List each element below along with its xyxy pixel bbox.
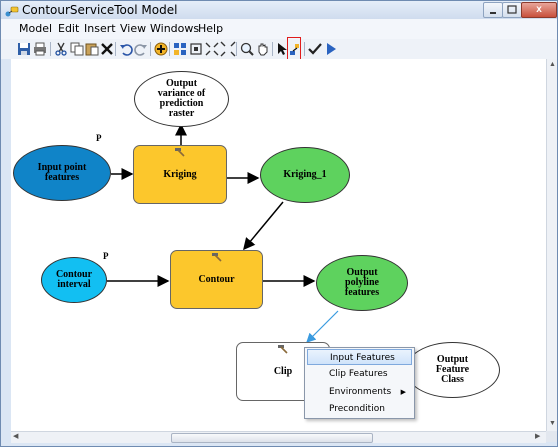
parameter-marker: P bbox=[103, 251, 109, 261]
context-menu-input-features[interactable]: Input Features bbox=[307, 349, 412, 365]
model-app-icon bbox=[5, 4, 19, 17]
fixed-zoom-out-button[interactable] bbox=[220, 41, 236, 57]
cut-icon bbox=[55, 42, 67, 56]
contour-interval-node[interactable]: Contour interval bbox=[41, 257, 107, 303]
print-icon bbox=[34, 42, 46, 56]
scroll-right-icon[interactable]: ▶ bbox=[535, 432, 540, 441]
connector-kriging1-to-contour bbox=[243, 201, 284, 251]
output-polyline-features-node[interactable]: Output polyline features bbox=[316, 255, 408, 311]
input-point-features-node[interactable]: Input point features bbox=[13, 145, 111, 201]
redo-icon bbox=[134, 44, 147, 56]
submenu-arrow-icon: ▶ bbox=[400, 388, 406, 396]
context-menu-precondition[interactable]: Precondition bbox=[307, 401, 412, 417]
save-button[interactable] bbox=[16, 41, 32, 57]
left-frame-strip bbox=[1, 59, 11, 445]
zoom-tool-icon bbox=[240, 42, 254, 56]
zoom-out-arrows-icon bbox=[220, 41, 236, 57]
fixed-zoom-in-button[interactable] bbox=[204, 41, 220, 57]
close-button[interactable]: x bbox=[521, 2, 557, 18]
zoom-in-arrows-icon bbox=[205, 42, 219, 56]
toolbar-separator bbox=[236, 42, 237, 56]
menu-view[interactable]: View bbox=[120, 22, 146, 35]
paste-icon bbox=[85, 43, 99, 56]
menu-bar: Model Edit Insert View Windows Help bbox=[1, 19, 557, 40]
zoom-tool-button[interactable] bbox=[239, 41, 255, 57]
validate-button[interactable] bbox=[307, 41, 323, 57]
scroll-up-icon[interactable]: ▲ bbox=[549, 60, 556, 69]
context-menu-clip-features[interactable]: Clip Features bbox=[307, 366, 412, 382]
redo-button[interactable] bbox=[133, 41, 149, 57]
window-title: ContourServiceTool Model bbox=[22, 3, 178, 17]
validate-icon bbox=[308, 43, 322, 55]
auto-layout-button[interactable] bbox=[172, 41, 188, 57]
menu-help[interactable]: Help bbox=[198, 22, 223, 35]
minimize-icon bbox=[490, 12, 496, 14]
add-data-button[interactable] bbox=[153, 41, 169, 57]
output-variance-node[interactable]: Output variance of prediction raster bbox=[134, 71, 229, 127]
menu-windows[interactable]: Windows bbox=[150, 22, 199, 35]
toolbar-separator bbox=[150, 42, 151, 56]
save-icon bbox=[18, 43, 30, 55]
delete-icon bbox=[101, 43, 113, 55]
copy-icon bbox=[70, 42, 84, 56]
undo-button[interactable] bbox=[118, 41, 134, 57]
connector-polyline-to-clip bbox=[306, 310, 339, 343]
print-button[interactable] bbox=[32, 41, 48, 57]
toolbar-separator bbox=[304, 42, 305, 56]
horizontal-scroll-thumb[interactable] bbox=[171, 433, 373, 443]
toolbar bbox=[1, 39, 557, 60]
pan-icon bbox=[258, 43, 268, 56]
model-canvas[interactable]: Output variance of prediction raster P I… bbox=[11, 59, 546, 431]
hammer-icon bbox=[175, 148, 185, 157]
context-menu-environments[interactable]: Environments ▶ bbox=[307, 384, 412, 400]
maximize-button[interactable] bbox=[502, 2, 522, 18]
scroll-down-icon[interactable]: ▼ bbox=[549, 419, 556, 428]
size-grip[interactable] bbox=[546, 431, 557, 442]
toolbar-separator bbox=[169, 42, 170, 56]
hammer-icon bbox=[212, 253, 222, 262]
hammer-icon bbox=[278, 345, 288, 354]
run-button[interactable] bbox=[323, 41, 339, 57]
minimize-button[interactable] bbox=[483, 2, 503, 18]
menu-model[interactable]: Model bbox=[19, 22, 52, 35]
model-builder-window: ContourServiceTool Model x Model Edit In… bbox=[0, 0, 558, 447]
run-icon bbox=[327, 43, 336, 55]
copy-button[interactable] bbox=[69, 41, 85, 57]
kriging-1-node[interactable]: Kriging_1 bbox=[260, 147, 350, 203]
title-bar[interactable]: ContourServiceTool Model x bbox=[1, 1, 557, 19]
toolbar-separator bbox=[115, 42, 116, 56]
horizontal-scrollbar[interactable]: ◀ ▶ bbox=[11, 431, 546, 443]
undo-icon bbox=[120, 44, 133, 56]
output-feature-class-node[interactable]: Output Feature Class bbox=[405, 342, 500, 398]
maximize-icon bbox=[507, 5, 517, 14]
full-extent-icon bbox=[190, 43, 202, 55]
toolbar-separator bbox=[272, 42, 273, 56]
auto-layout-icon bbox=[174, 43, 186, 55]
delete-button[interactable] bbox=[99, 41, 115, 57]
toolbar-separator bbox=[50, 42, 51, 56]
cut-button[interactable] bbox=[53, 41, 69, 57]
scroll-left-icon[interactable]: ◀ bbox=[13, 432, 18, 441]
full-extent-button[interactable] bbox=[188, 41, 204, 57]
menu-edit[interactable]: Edit bbox=[58, 22, 79, 35]
parameter-marker: P bbox=[96, 133, 102, 143]
context-menu-environments-label: Environments bbox=[329, 387, 392, 397]
menu-insert[interactable]: Insert bbox=[84, 22, 116, 35]
vertical-scrollbar[interactable]: ▲ ▼ bbox=[546, 59, 557, 431]
context-menu: Input Features Clip Features Environment… bbox=[304, 347, 415, 419]
pan-button[interactable] bbox=[255, 41, 271, 57]
add-data-icon bbox=[154, 42, 168, 56]
paste-button[interactable] bbox=[84, 41, 100, 57]
